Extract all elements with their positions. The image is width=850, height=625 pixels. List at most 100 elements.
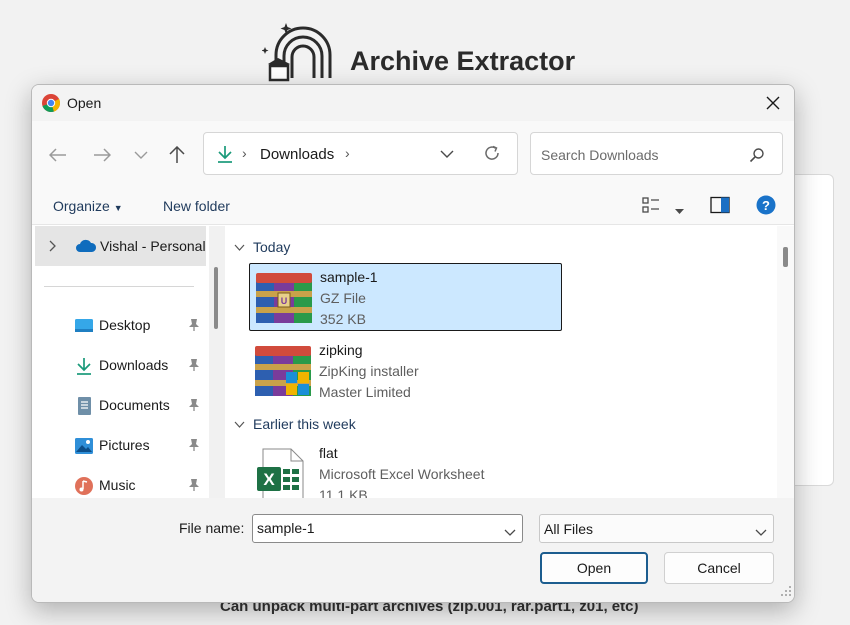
pin-icon	[188, 318, 200, 337]
file-name-input[interactable]: sample-1	[252, 514, 523, 543]
file-item-sample-1[interactable]: U sample-1 GZ File 352 KB	[249, 263, 562, 331]
search-input[interactable]: Search Downloads	[530, 132, 783, 175]
pin-icon	[188, 478, 200, 497]
group-header-earlier-this-week[interactable]: Earlier this week	[234, 416, 356, 432]
excel-icon: X	[253, 445, 313, 503]
file-type: ZipKing installer	[319, 363, 419, 379]
refresh-button[interactable]	[483, 144, 501, 167]
svg-text:?: ?	[762, 198, 770, 213]
open-file-dialog: Open › Downloads › Search Downloads Orga…	[31, 84, 795, 603]
winrar-installer-icon	[253, 342, 313, 400]
chevron-right-icon[interactable]	[49, 239, 57, 257]
navigation-pane: Vishal - Personal Desktop Downloads Docu…	[32, 226, 208, 498]
arrow-up-icon	[169, 146, 185, 163]
arrow-left-icon	[49, 148, 66, 162]
command-toolbar: Organize ▼ New folder ?	[32, 185, 794, 225]
organize-button[interactable]: Organize ▼	[53, 198, 123, 214]
file-name: sample-1	[320, 269, 378, 285]
sidebar-item-downloads[interactable]: Downloads	[32, 346, 208, 386]
chevron-down-icon[interactable]	[504, 524, 516, 542]
background-card	[793, 174, 834, 486]
svg-text:U: U	[281, 296, 288, 306]
file-type-value: All Files	[544, 521, 594, 537]
sidebar-item-pictures[interactable]: Pictures	[32, 426, 208, 466]
pin-icon	[188, 358, 200, 377]
up-button[interactable]	[165, 143, 189, 167]
chrome-icon	[41, 93, 61, 113]
onedrive-cloud-icon	[75, 239, 97, 258]
pictures-icon	[74, 436, 94, 456]
download-icon	[74, 356, 94, 376]
preview-pane-icon	[710, 196, 730, 214]
caret-down-icon: ▼	[113, 203, 123, 213]
download-icon	[216, 145, 234, 168]
refresh-icon	[485, 145, 499, 160]
sidebar-item-label: Desktop	[99, 317, 151, 333]
breadcrumb-separator-icon: ›	[242, 145, 247, 161]
music-icon	[74, 476, 94, 496]
search-icon	[749, 147, 765, 168]
file-name-value: sample-1	[257, 520, 315, 536]
file-company: Master Limited	[319, 384, 411, 400]
address-history-dropdown[interactable]	[440, 146, 454, 164]
change-view-button[interactable]	[642, 196, 660, 219]
dialog-titlebar: Open	[32, 85, 794, 121]
search-placeholder: Search Downloads	[541, 147, 659, 163]
winrar-archive-icon: U	[254, 269, 314, 327]
dialog-title: Open	[67, 95, 102, 111]
sidebar-item-desktop[interactable]: Desktop	[32, 306, 208, 346]
group-header-today[interactable]: Today	[234, 239, 290, 255]
organize-label: Organize	[53, 198, 110, 214]
breadcrumb-chevron-icon[interactable]: ›	[345, 145, 350, 161]
arrow-right-icon	[94, 148, 111, 162]
sidebar-item-label: Documents	[99, 397, 170, 413]
svg-text:X: X	[263, 470, 275, 489]
sidebar-item-label: Music	[99, 477, 136, 493]
file-type-select[interactable]: All Files	[539, 514, 774, 543]
sidebar-item-label: Downloads	[99, 357, 169, 373]
open-button[interactable]: Open	[540, 552, 648, 584]
chevron-down-icon	[134, 151, 148, 159]
app-title: Archive Extractor	[350, 46, 576, 76]
close-button[interactable]	[756, 87, 790, 119]
forward-button[interactable]	[90, 143, 114, 167]
pin-icon	[188, 398, 200, 417]
app-logo	[261, 20, 344, 82]
group-label: Earlier this week	[253, 416, 356, 432]
address-bar[interactable]: › Downloads ›	[203, 132, 518, 175]
navigation-bar: › Downloads › Search Downloads	[32, 121, 794, 185]
recent-locations-button[interactable]	[129, 143, 153, 167]
cancel-button[interactable]: Cancel	[664, 552, 774, 584]
file-name: zipking	[319, 342, 363, 358]
group-label: Today	[253, 239, 291, 255]
sidebar-item-onedrive[interactable]: Vishal - Personal	[35, 226, 206, 266]
chevron-down-icon	[234, 421, 245, 428]
file-size: 352 KB	[320, 311, 366, 327]
help-icon: ?	[756, 195, 776, 215]
file-item-zipking[interactable]: zipking ZipKing installer Master Limited	[249, 337, 562, 405]
view-options-dropdown[interactable]	[675, 202, 684, 220]
back-button[interactable]	[46, 143, 70, 167]
chevron-down-icon	[234, 244, 245, 251]
resize-grip-icon[interactable]	[780, 584, 792, 602]
sidebar-item-documents[interactable]: Documents	[32, 386, 208, 426]
breadcrumb-downloads[interactable]: Downloads	[260, 146, 334, 163]
sidebar-item-label: Pictures	[99, 437, 150, 453]
preview-pane-button[interactable]	[710, 196, 730, 219]
desktop-icon	[74, 316, 94, 336]
file-list-scrollbar[interactable]	[783, 247, 788, 267]
file-list: Today U sample-1 GZ File 352 KB zipking …	[226, 226, 776, 503]
file-type: GZ File	[320, 290, 366, 306]
chevron-down-icon	[755, 524, 767, 542]
sidebar-item-label: Vishal - Personal	[100, 238, 206, 254]
file-name: flat	[319, 445, 338, 461]
caret-down-icon	[675, 209, 684, 214]
sidebar-divider	[44, 286, 194, 287]
help-button[interactable]: ?	[756, 195, 776, 220]
file-type: Microsoft Excel Worksheet	[319, 466, 485, 482]
chevron-down-icon	[440, 150, 454, 158]
new-folder-button[interactable]: New folder	[163, 198, 230, 214]
sidebar-scrollbar[interactable]	[214, 267, 218, 329]
view-list-icon	[642, 197, 659, 213]
pin-icon	[188, 438, 200, 457]
